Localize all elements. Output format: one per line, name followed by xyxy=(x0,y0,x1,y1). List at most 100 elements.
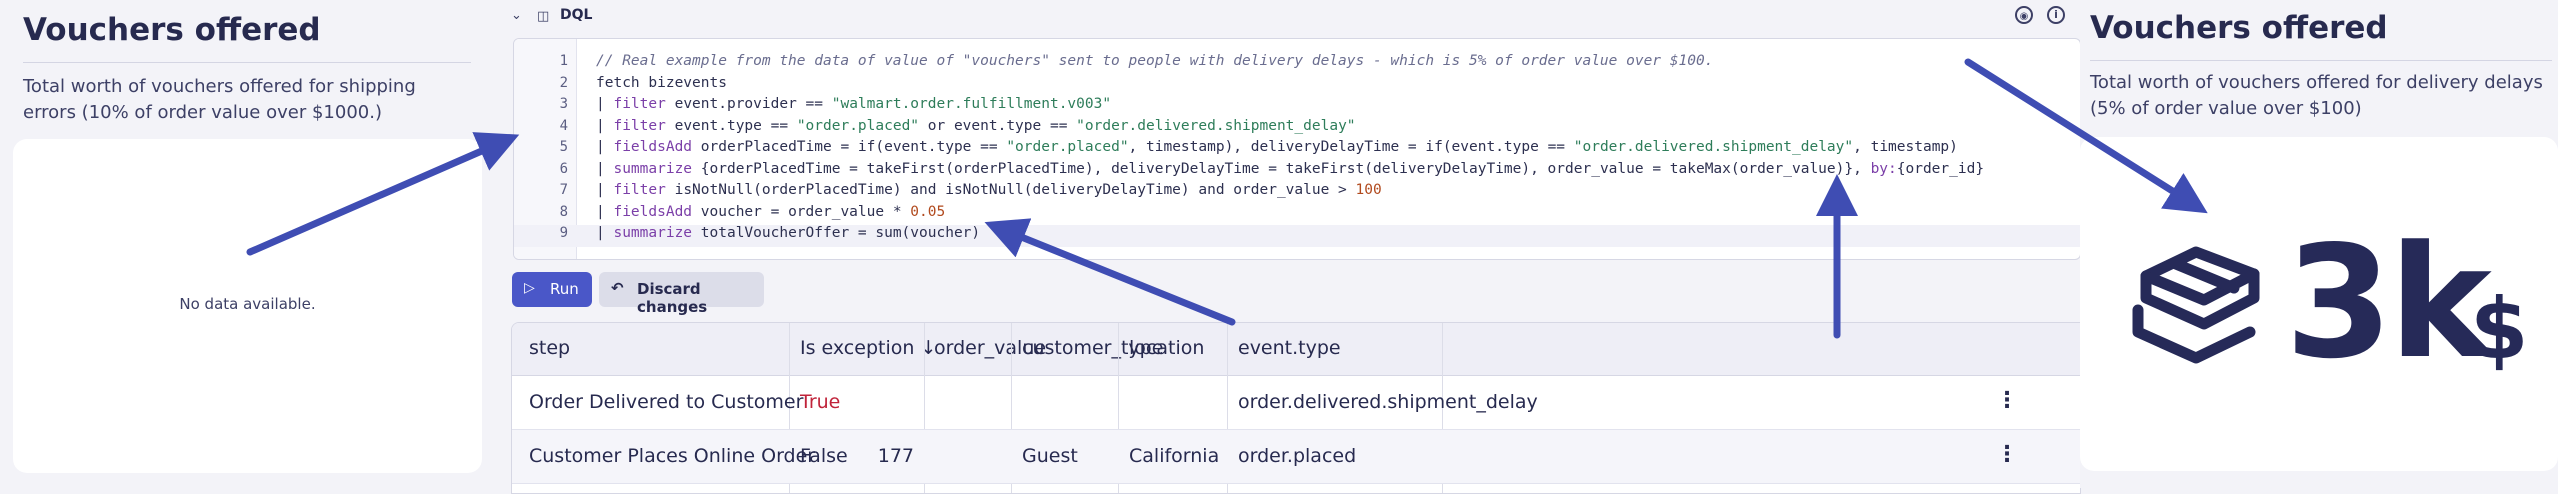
discard-button-label: Discard changes xyxy=(637,280,708,316)
line-number: 9 xyxy=(559,225,568,241)
code-token: | xyxy=(596,225,614,241)
code-line[interactable]: 5 | fieldsAdd orderPlacedTime = if(event.… xyxy=(514,139,2080,161)
chevron-down-icon[interactable]: ⌄ xyxy=(511,8,522,23)
code-token: by: xyxy=(1870,160,1897,177)
table-header: step Is exception ↓ order_value customer… xyxy=(512,323,2080,376)
dql-header: ⌄ ◫ DQL ◉ i xyxy=(503,0,2075,34)
code-token: or event.type == xyxy=(919,117,1077,134)
code-line[interactable]: 2 fetch bizevents xyxy=(514,75,2080,97)
no-data-message: No data available. xyxy=(179,295,316,313)
code-token: isNotNull(orderPlacedTime) and isNotNull… xyxy=(665,182,1356,198)
cell-step: Order Delivered to Customer xyxy=(529,391,804,413)
code-text: | filter event.provider == "walmart.orde… xyxy=(596,96,1111,112)
code-token: fieldsAdd xyxy=(613,139,693,155)
line-number: 6 xyxy=(559,160,568,177)
code-token: "walmart.order.fulfillment.v003" xyxy=(831,96,1112,112)
right-tile: Vouchers offered Total worth of vouchers… xyxy=(2080,0,2558,488)
table-row[interactable]: Customer Places Online Order False 177 G… xyxy=(512,430,2080,484)
code-token: , timestamp) xyxy=(1853,139,1958,155)
code-token: , timestamp), deliveryDelayTime = if(eve… xyxy=(1128,139,1574,155)
run-button[interactable]: ▷ Run xyxy=(512,272,592,307)
line-number: 7 xyxy=(559,182,568,198)
code-token: event.provider == xyxy=(665,96,832,112)
code-token: fieldsAdd xyxy=(613,203,693,220)
column-header-step[interactable]: step xyxy=(529,337,570,359)
line-number: 3 xyxy=(559,96,568,112)
code-text: | fieldsAdd orderPlacedTime = if(event.t… xyxy=(596,139,1958,155)
code-token: "order.placed" xyxy=(1006,139,1129,155)
code-text: // Real example from the data of value o… xyxy=(596,53,1713,69)
code-token: event.type == xyxy=(665,117,797,134)
code-token: "order.placed" xyxy=(796,117,920,134)
code-text: fetch bizevents xyxy=(596,75,727,91)
line-number: 4 xyxy=(559,117,568,134)
dql-label: DQL xyxy=(560,7,593,23)
code-token: filter xyxy=(613,117,666,134)
line-number: 2 xyxy=(559,74,568,91)
cell-order-value: 177 xyxy=(877,445,914,467)
code-token: | xyxy=(596,182,614,198)
left-tile-card: No data available. xyxy=(13,139,482,473)
code-line[interactable]: 3 | filter event.provider == "walmart.ord… xyxy=(514,96,2080,118)
code-text: | summarize totalVoucherOffer = sum(vouc… xyxy=(596,225,980,241)
code-line[interactable]: 8 | fieldsAdd voucher = order_value * 0.0… xyxy=(514,204,2080,226)
code-token: {orderPlacedTime = takeFirst(orderPlaced… xyxy=(692,160,1871,177)
code-token: 100 xyxy=(1355,182,1382,198)
kpi-unit: $ xyxy=(2470,280,2529,378)
code-text: | filter event.type == "order.placed" or… xyxy=(596,118,1356,134)
row-menu-icon[interactable]: ⋮ xyxy=(1996,442,2018,467)
code-token: | xyxy=(596,117,614,134)
code-token: "order.delivered.shipment_delay" xyxy=(1076,117,1356,134)
code-line[interactable]: 4 | filter event.type == "order.placed" o… xyxy=(514,118,2080,140)
left-tile-description: Total worth of vouchers offered for ship… xyxy=(23,76,416,123)
code-token: fetch bizevents xyxy=(596,74,727,91)
undo-icon: ↶ xyxy=(611,279,624,297)
table-row[interactable]: Order Delivered to Customer True order.d… xyxy=(512,376,2080,430)
code-token: summarize xyxy=(613,225,693,241)
code-token: filter xyxy=(613,182,666,198)
code-token: "order.delivered.shipment_delay" xyxy=(1573,139,1854,155)
column-header-is-exception[interactable]: Is exception ↓ xyxy=(800,337,936,359)
run-button-label: Run xyxy=(550,280,579,298)
ai-assist-icon[interactable]: ◉ xyxy=(2015,6,2033,24)
kpi-value: 3k xyxy=(2285,212,2492,393)
discard-changes-button[interactable]: ↶ Discard changes xyxy=(599,272,764,316)
code-token: voucher = order_value * xyxy=(692,203,911,220)
line-number: 8 xyxy=(559,203,568,220)
column-header-event-type[interactable]: event.type xyxy=(1238,337,1341,359)
code-token: 0.05 xyxy=(910,203,946,220)
right-tile-description: Total worth of vouchers offered for deli… xyxy=(2090,72,2543,119)
code-token: | xyxy=(596,160,614,177)
cell-customer-type: Guest xyxy=(1022,445,1078,467)
code-token: | xyxy=(596,203,614,220)
row-menu-icon[interactable]: ⋮ xyxy=(1996,388,2018,413)
left-tile-divider xyxy=(23,62,471,63)
code-token: totalVoucherOffer = sum(voucher) xyxy=(692,225,981,241)
code-token: | xyxy=(596,96,614,112)
play-icon: ▷ xyxy=(524,280,535,296)
dql-section: ⌄ ◫ DQL ◉ i 1 // Real example from the da… xyxy=(503,0,2081,494)
right-tile-divider xyxy=(2090,60,2552,61)
code-text: | filter isNotNull(orderPlacedTime) and … xyxy=(596,182,1382,198)
code-token: orderPlacedTime = if(event.type == xyxy=(692,139,1007,155)
code-token: | xyxy=(596,139,614,155)
column-header-location[interactable]: location xyxy=(1129,337,1204,359)
info-icon[interactable]: i xyxy=(2047,6,2065,24)
line-number: 1 xyxy=(559,53,568,69)
line-number: 5 xyxy=(559,139,568,155)
code-token: filter xyxy=(613,96,666,112)
code-editor[interactable]: 1 // Real example from the data of value … xyxy=(513,38,2081,260)
code-line[interactable]: 9 | summarize totalVoucherOffer = sum(vou… xyxy=(514,225,2080,247)
code-line[interactable]: 1 // Real example from the data of value … xyxy=(514,53,2080,75)
cell-event-type: order.delivered.shipment_delay xyxy=(1238,391,1538,413)
code-text: | fieldsAdd voucher = order_value * 0.05 xyxy=(596,204,945,220)
code-line[interactable]: 7 | filter isNotNull(orderPlacedTime) and… xyxy=(514,182,2080,204)
left-tile: Vouchers offered Total worth of vouchers… xyxy=(0,0,498,488)
dql-icon: ◫ xyxy=(537,9,550,24)
right-tile-title: Vouchers offered xyxy=(2090,10,2388,46)
code-line[interactable]: 6 | summarize {orderPlacedTime = takeFirs… xyxy=(514,161,2080,183)
cell-location: California xyxy=(1129,445,1220,467)
left-tile-title: Vouchers offered xyxy=(23,12,321,48)
vouchers-boxes-icon xyxy=(2132,246,2260,364)
cell-is-exception: True xyxy=(800,391,841,413)
